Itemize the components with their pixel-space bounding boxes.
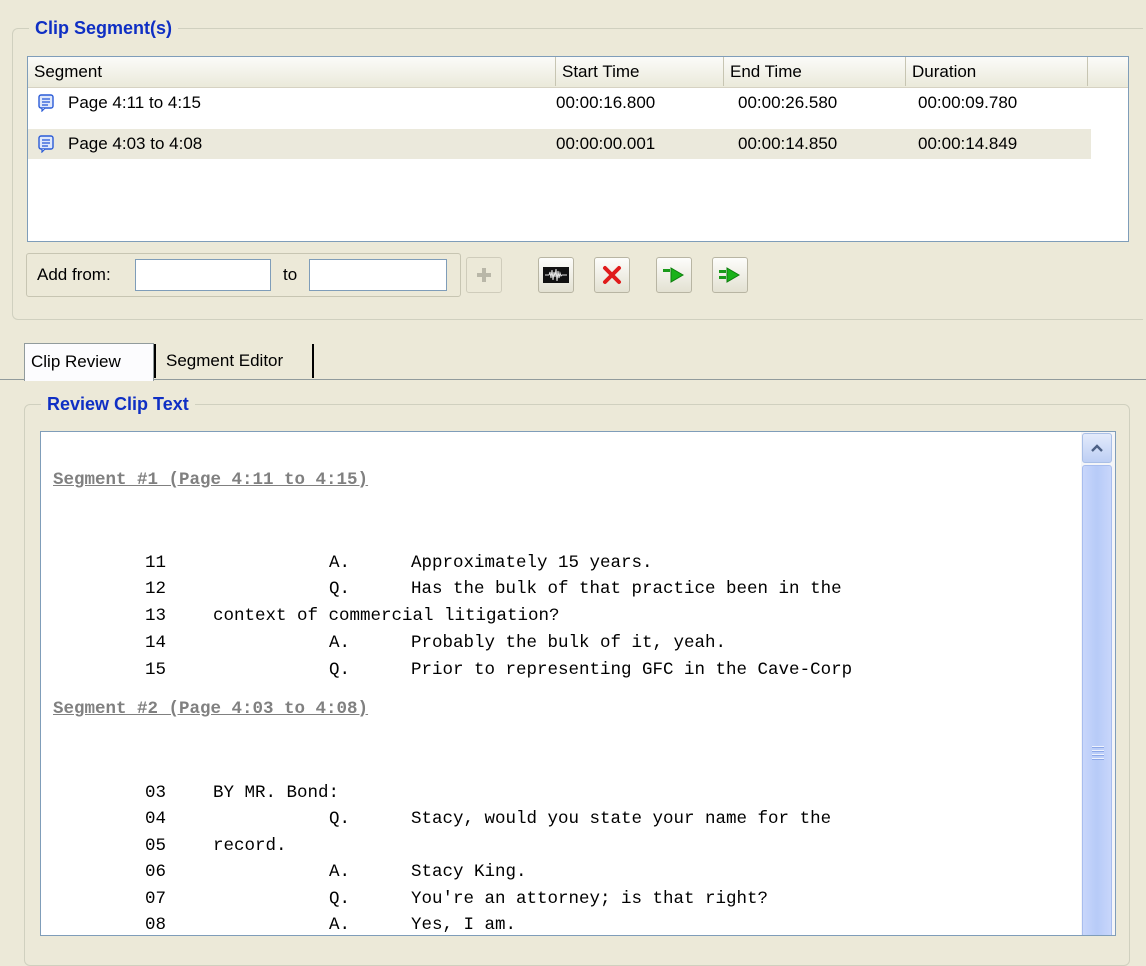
transcript-line: 08 A. Yes, I am. xyxy=(145,915,517,935)
transcript-line: 15 Q. Prior to representing GFC in the Cav… xyxy=(145,660,853,680)
table-row[interactable]: Page 4:03 to 4:08 00:00:00.001 00:00:14.… xyxy=(28,129,1091,159)
transcript-line: 06 A. Stacy King. xyxy=(145,862,527,882)
add-from-input[interactable] xyxy=(135,259,271,291)
cell-end-time: 00:00:14.850 xyxy=(738,134,838,153)
transcript-line: 11 A. Approximately 15 years. xyxy=(145,553,653,573)
waveform-icon xyxy=(543,267,569,283)
add-from-label: Add from: xyxy=(37,265,111,284)
play-segment-icon xyxy=(663,267,684,283)
cell-start-time: 00:00:00.001 xyxy=(556,134,656,153)
to-label: to xyxy=(283,265,298,284)
play-all-button[interactable] xyxy=(712,257,748,293)
transcript-line: 12 Q. Has the bulk of that practice been i… xyxy=(145,579,842,599)
column-end-time[interactable]: End Time xyxy=(724,57,906,86)
review-clip-text-area[interactable]: Segment #1 (Page 4:11 to 4:15) 11 A. Appro… xyxy=(40,431,1116,936)
delete-x-icon xyxy=(603,266,621,284)
delete-segment-button[interactable] xyxy=(594,257,630,293)
transcript-line: 04 Q. Stacy, would you state your name for… xyxy=(145,809,832,829)
waveform-button[interactable] xyxy=(538,257,574,293)
plus-icon xyxy=(477,268,491,282)
cell-duration: 00:00:09.780 xyxy=(918,93,1018,112)
review-clip-title: Review Clip Text xyxy=(41,392,195,416)
cell-start-time: 00:00:16.800 xyxy=(556,93,656,112)
transcript-line: 07 Q. You're an attorney; is that right? xyxy=(145,889,769,909)
tab-clip-review[interactable]: Clip Review xyxy=(24,343,154,381)
add-from-box: Add from: to xyxy=(26,253,461,297)
tab-strip-line xyxy=(0,379,1146,380)
add-segment-button[interactable] xyxy=(466,257,502,293)
clip-segments-title: Clip Segment(s) xyxy=(29,16,179,40)
cell-end-time: 00:00:26.580 xyxy=(738,93,838,112)
tab-segment-editor[interactable]: Segment Editor xyxy=(160,343,312,379)
chevron-up-icon xyxy=(1091,444,1103,452)
cell-segment: Page 4:11 to 4:15 xyxy=(68,93,201,112)
transcript-line: 13 context of commercial litigation? xyxy=(145,606,560,626)
column-duration[interactable]: Duration xyxy=(906,57,1088,86)
cell-segment: Page 4:03 to 4:08 xyxy=(68,134,203,153)
column-segment[interactable]: Segment xyxy=(28,57,556,86)
column-filler xyxy=(1088,57,1128,86)
transcript-line: 03 BY MR. Bond: xyxy=(145,783,340,803)
play-segment-button[interactable] xyxy=(656,257,692,293)
play-all-icon xyxy=(719,267,740,283)
transcript-line: 14 A. Probably the bulk of it, yeah. xyxy=(145,633,727,653)
transcript-line: 05 record. xyxy=(145,836,287,856)
to-input[interactable] xyxy=(309,259,447,291)
segment-note-icon xyxy=(38,94,54,112)
vertical-scrollbar[interactable] xyxy=(1081,432,1115,935)
scrollbar-thumb[interactable] xyxy=(1082,465,1112,935)
grip-icon xyxy=(1092,746,1104,762)
segment-note-icon xyxy=(38,135,54,153)
scroll-up-button[interactable] xyxy=(1082,433,1112,463)
segments-list[interactable]: Segment Start Time End Time Duration Pag… xyxy=(27,56,1129,242)
segment-heading: Segment #1 (Page 4:11 to 4:15) xyxy=(53,470,369,490)
table-row[interactable]: Page 4:11 to 4:15 00:00:16.800 00:00:26.… xyxy=(28,88,1091,118)
segments-list-header: Segment Start Time End Time Duration xyxy=(28,57,1128,88)
tab-divider xyxy=(312,344,314,378)
segment-heading: Segment #2 (Page 4:03 to 4:08) xyxy=(53,699,369,719)
tab-divider xyxy=(154,344,156,378)
column-start-time[interactable]: Start Time xyxy=(556,57,724,86)
cell-duration: 00:00:14.849 xyxy=(918,134,1018,153)
